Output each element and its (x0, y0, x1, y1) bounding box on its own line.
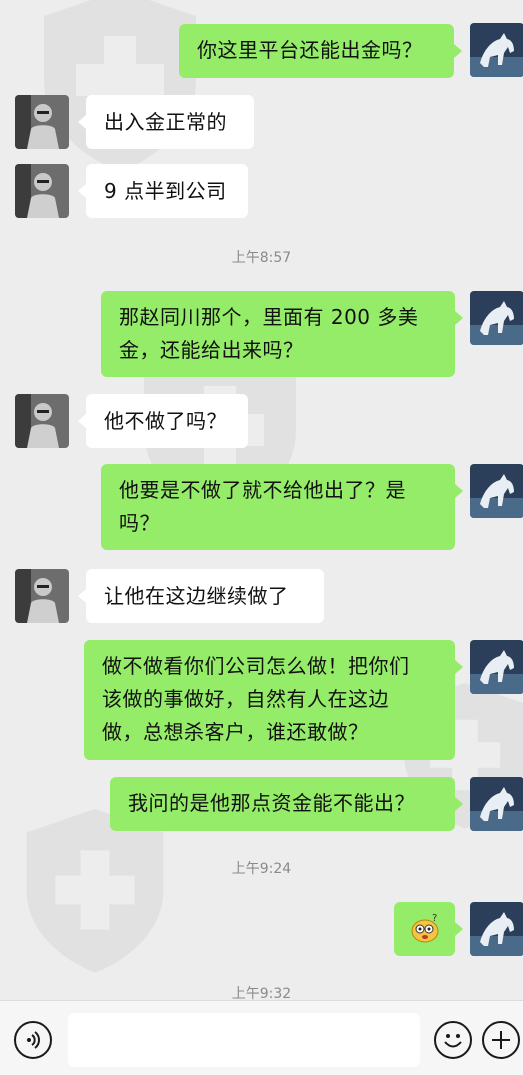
message-text: 9 点半到公司 (104, 179, 227, 203)
message-text-line: 他要是不做了就不给他出了？是 (119, 478, 406, 502)
message-text-line: 做，总想杀客户，谁还敢做？ (102, 720, 369, 744)
voice-icon[interactable] (14, 1021, 52, 1059)
message-text-line: 做不做看你们公司怎么做！把你们 (102, 654, 410, 678)
message-bubble-outgoing[interactable]: 我问的是他那点资金能不能出？ (110, 777, 463, 831)
message-text: 你这里平台还能出金吗？ (197, 38, 423, 62)
message-bubble-sticker[interactable]: ? (394, 902, 463, 956)
message-bubble-outgoing[interactable]: 那赵同川那个，里面有 200 多美 金，还能给出来吗？ (101, 291, 463, 377)
avatar-contact[interactable] (15, 95, 69, 149)
avatar-contact[interactable] (15, 569, 69, 623)
avatar-self[interactable] (470, 23, 523, 77)
chat-screen: 你这里平台还能出金吗？ 出入金正常的 9 点半到公司 上午8:57 那赵同川那个… (0, 0, 523, 1075)
avatar-self[interactable] (470, 464, 523, 518)
emoji-icon[interactable] (434, 1021, 472, 1059)
message-text: 我问的是他那点资金能不能出？ (128, 791, 415, 815)
avatar-self[interactable] (470, 902, 523, 956)
message-bubble-outgoing[interactable]: 他要是不做了就不给他出了？是 吗？ (101, 464, 463, 550)
avatar-self[interactable] (470, 291, 523, 345)
message-text-line: 那赵同川那个，里面有 200 多美 (119, 305, 419, 329)
message-text: 让他在这边继续做了 (104, 584, 289, 608)
timestamp: 上午9:24 (231, 861, 292, 877)
message-text-line: 吗？ (119, 511, 160, 535)
timestamp: 上午8:57 (231, 250, 292, 266)
message-bubble-incoming[interactable]: 让他在这边继续做了 (78, 569, 324, 623)
svg-text:?: ? (432, 913, 438, 924)
plus-icon[interactable] (482, 1021, 520, 1059)
message-text-line: 金，还能给出来吗？ (119, 338, 304, 362)
message-input[interactable] (68, 1013, 420, 1067)
message-bubble-incoming[interactable]: 9 点半到公司 (78, 164, 248, 218)
avatar-self[interactable] (470, 777, 523, 831)
message-text-line: 该做的事做好，自然有人在这边 (102, 687, 389, 711)
message-text: 他不做了吗？ (104, 409, 227, 433)
chat-input-bar (0, 1000, 523, 1075)
message-bubble-incoming[interactable]: 出入金正常的 (78, 95, 254, 149)
emoji-sticker-icon: ? (411, 913, 439, 943)
avatar-self[interactable] (470, 640, 523, 694)
avatar-contact[interactable] (15, 394, 69, 448)
message-bubble-outgoing[interactable]: 你这里平台还能出金吗？ (179, 24, 462, 78)
message-bubble-incoming[interactable]: 他不做了吗？ (78, 394, 248, 448)
message-bubble-outgoing[interactable]: 做不做看你们公司怎么做！把你们 该做的事做好，自然有人在这边 做，总想杀客户，谁… (84, 640, 463, 760)
avatar-contact[interactable] (15, 164, 69, 218)
message-text: 出入金正常的 (104, 110, 227, 134)
